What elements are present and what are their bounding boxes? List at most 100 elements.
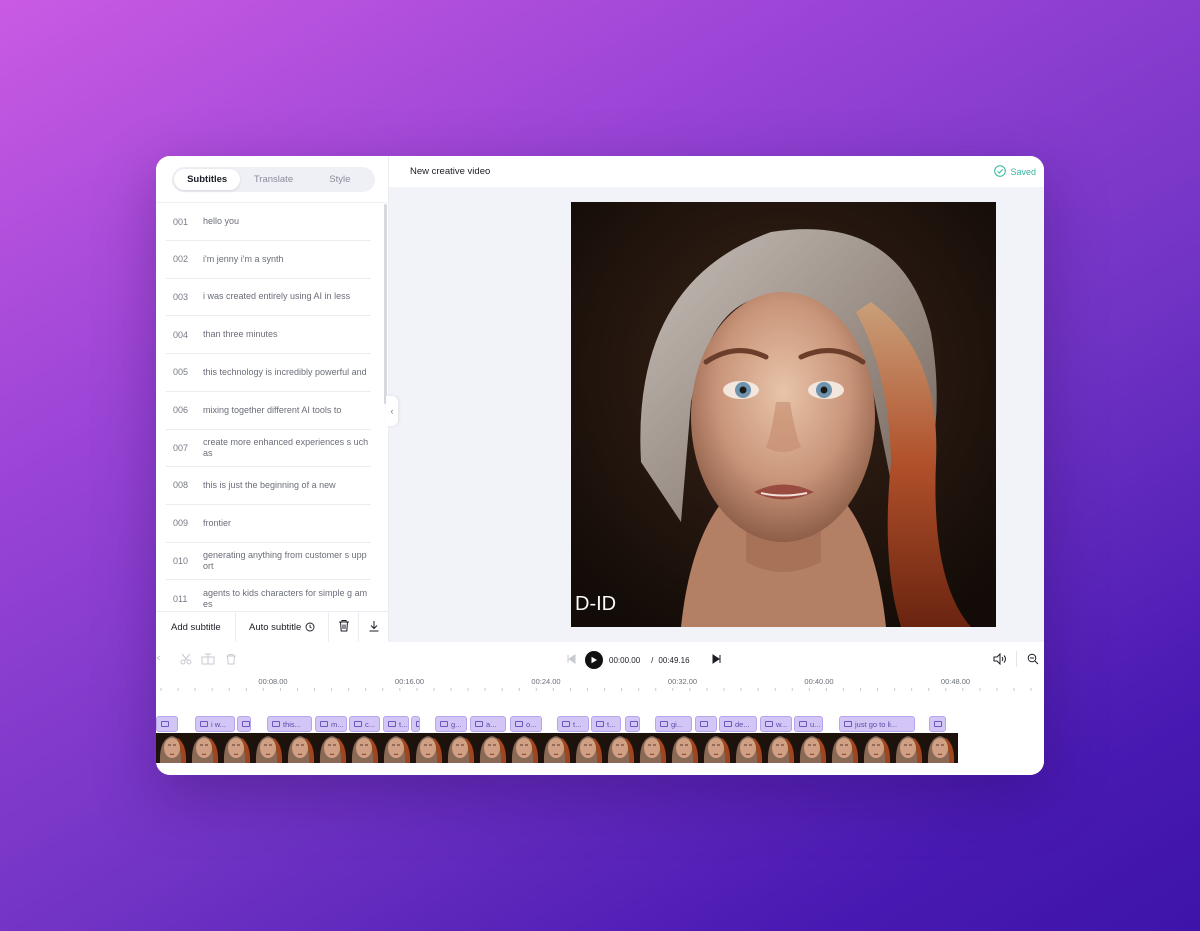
video-thumbnail — [220, 733, 252, 763]
undo-button[interactable] — [156, 652, 162, 670]
caption-icon — [934, 721, 942, 727]
subtitle-row[interactable]: 010 generating anything from customer s u… — [166, 542, 371, 581]
subtitle-row[interactable]: 011 agents to kids characters for simple … — [166, 580, 371, 611]
subtitle-clip[interactable]: a... — [470, 716, 506, 732]
subtitle-row[interactable]: 008 this is just the beginning of a new — [166, 467, 371, 505]
subtitle-row[interactable]: 006 mixing together different AI tools to — [166, 392, 371, 430]
subtitle-clip[interactable]: i w... — [195, 716, 235, 732]
subtitle-number: 008 — [173, 480, 189, 491]
subtitle-clip[interactable]: t... — [591, 716, 621, 732]
video-preview[interactable]: D-ID — [571, 202, 996, 627]
subtitle-row[interactable]: 009 frontier — [166, 505, 371, 543]
subtitle-row[interactable]: 001 hello you — [166, 203, 371, 241]
clip-label: u... — [810, 719, 821, 729]
subtitle-clip[interactable] — [156, 716, 178, 732]
play-icon — [590, 651, 598, 669]
subtitle-clip[interactable]: just go to li... — [839, 716, 915, 732]
subtitle-row[interactable]: 003 i was created entirely using AI in le… — [166, 278, 371, 317]
subtitle-panel: Subtitles Translate Style 001 hello you 00… — [156, 156, 389, 643]
caption-icon — [161, 721, 169, 727]
caption-icon — [475, 721, 483, 727]
subtitle-row[interactable]: 004 than three minutes — [166, 316, 371, 355]
volume-button[interactable] — [993, 652, 1007, 670]
subtitle-row[interactable]: 002 i'm jenny i'm a synth — [166, 241, 371, 279]
subtitle-text[interactable]: than three minutes — [196, 329, 371, 340]
caption-icon — [242, 721, 250, 727]
add-subtitle-label: Add subtitle — [171, 621, 221, 633]
subtitle-row[interactable]: 007 create more enhanced experiences s uc… — [166, 429, 371, 468]
subtitle-text[interactable]: hello you — [196, 216, 371, 227]
subtitle-clip[interactable] — [411, 716, 420, 732]
subtitle-clip[interactable] — [695, 716, 717, 732]
video-thumbnail — [668, 733, 700, 763]
subtitle-clip[interactable] — [237, 716, 251, 732]
download-subtitles-button[interactable] — [359, 612, 389, 643]
tab-subtitles[interactable]: Subtitles — [174, 169, 241, 190]
subtitle-clip[interactable] — [929, 716, 946, 732]
subtitle-clip[interactable]: o... — [510, 716, 542, 732]
panel-tabs: Subtitles Translate Style — [172, 167, 375, 192]
add-subtitle-button[interactable]: Add subtitle — [156, 611, 236, 643]
caption-icon — [660, 721, 668, 727]
scissors-icon — [180, 652, 192, 670]
caption-icon — [765, 721, 773, 727]
subtitle-clip[interactable] — [625, 716, 640, 732]
delete-clip-button[interactable] — [225, 652, 237, 670]
tab-translate[interactable]: Translate — [240, 169, 306, 190]
timeline-ruler[interactable]: 00:08.00 00:16.00 00:24.00 00:32.00 00:40.00… — [156, 676, 1044, 698]
timeline-tracks: i w... this... m... c... t... g... a... o... t..… — [156, 698, 1044, 775]
subtitle-clip[interactable]: gi... — [655, 716, 692, 732]
collapse-panel-button[interactable]: ‹ — [386, 396, 398, 426]
subtitle-text[interactable]: agents to kids characters for simple g a… — [196, 588, 371, 610]
caption-icon — [724, 721, 732, 727]
subtitle-clip[interactable]: t... — [557, 716, 589, 732]
skip-back-icon[interactable] — [566, 651, 576, 669]
subtitle-text[interactable]: i was created entirely using AI in less — [196, 291, 371, 302]
video-thumbnail — [380, 733, 412, 763]
subtitle-number: 004 — [173, 329, 189, 340]
subtitle-clip[interactable]: t... — [383, 716, 409, 732]
subtitle-number: 001 — [173, 216, 189, 227]
subtitle-text[interactable]: this technology is incredibly powerful a… — [196, 367, 371, 378]
subtitle-text[interactable]: this is just the beginning of a new — [196, 480, 371, 491]
subtitle-clip[interactable]: de... — [719, 716, 757, 732]
tab-style[interactable]: Style — [307, 169, 373, 190]
subtitle-number: 010 — [173, 555, 189, 566]
scrollbar[interactable] — [384, 204, 387, 404]
project-title[interactable]: New creative video — [410, 166, 490, 177]
subtitle-text[interactable]: frontier — [196, 518, 371, 529]
auto-subtitle-button[interactable]: Auto subtitle — [236, 611, 329, 643]
subtitle-list: 001 hello you 002 i'm jenny i'm a synth 003 i… — [156, 203, 389, 611]
trash-icon — [338, 619, 350, 635]
caption-icon — [388, 721, 396, 727]
play-button[interactable] — [585, 651, 603, 669]
subtitle-clip[interactable]: c... — [349, 716, 380, 732]
split-button[interactable] — [201, 652, 215, 670]
subtitle-clip[interactable]: m... — [315, 716, 347, 732]
video-thumbnail — [156, 733, 188, 763]
skip-forward-icon[interactable] — [712, 651, 722, 669]
video-track[interactable] — [156, 733, 958, 763]
subtitle-clip[interactable]: u... — [794, 716, 823, 732]
video-thumbnail — [476, 733, 508, 763]
cut-button[interactable] — [180, 652, 192, 670]
undo-icon — [156, 652, 162, 670]
subtitle-text[interactable]: generating anything from customer s uppo… — [196, 550, 371, 572]
zoom-out-button[interactable] — [1027, 652, 1039, 670]
caption-icon — [844, 721, 852, 727]
subtitle-clip[interactable]: g... — [435, 716, 467, 732]
caption-icon — [700, 721, 708, 727]
avatar-portrait: D-ID — [571, 202, 996, 627]
divider — [1016, 651, 1017, 667]
subtitle-row[interactable]: 005 this technology is incredibly powerfu… — [166, 354, 371, 392]
subtitle-clip[interactable]: w... — [760, 716, 792, 732]
caption-icon — [799, 721, 807, 727]
subtitle-text[interactable]: mixing together different AI tools to — [196, 405, 371, 416]
subtitle-text[interactable]: create more enhanced experiences s uch a… — [196, 437, 371, 459]
subtitle-clip[interactable]: this... — [267, 716, 312, 732]
video-thumbnail — [636, 733, 668, 763]
subtitle-text[interactable]: i'm jenny i'm a synth — [196, 254, 371, 265]
ruler-label: 00:40.00 — [804, 677, 834, 686]
delete-subtitles-button[interactable] — [329, 611, 359, 643]
caption-icon — [272, 721, 280, 727]
